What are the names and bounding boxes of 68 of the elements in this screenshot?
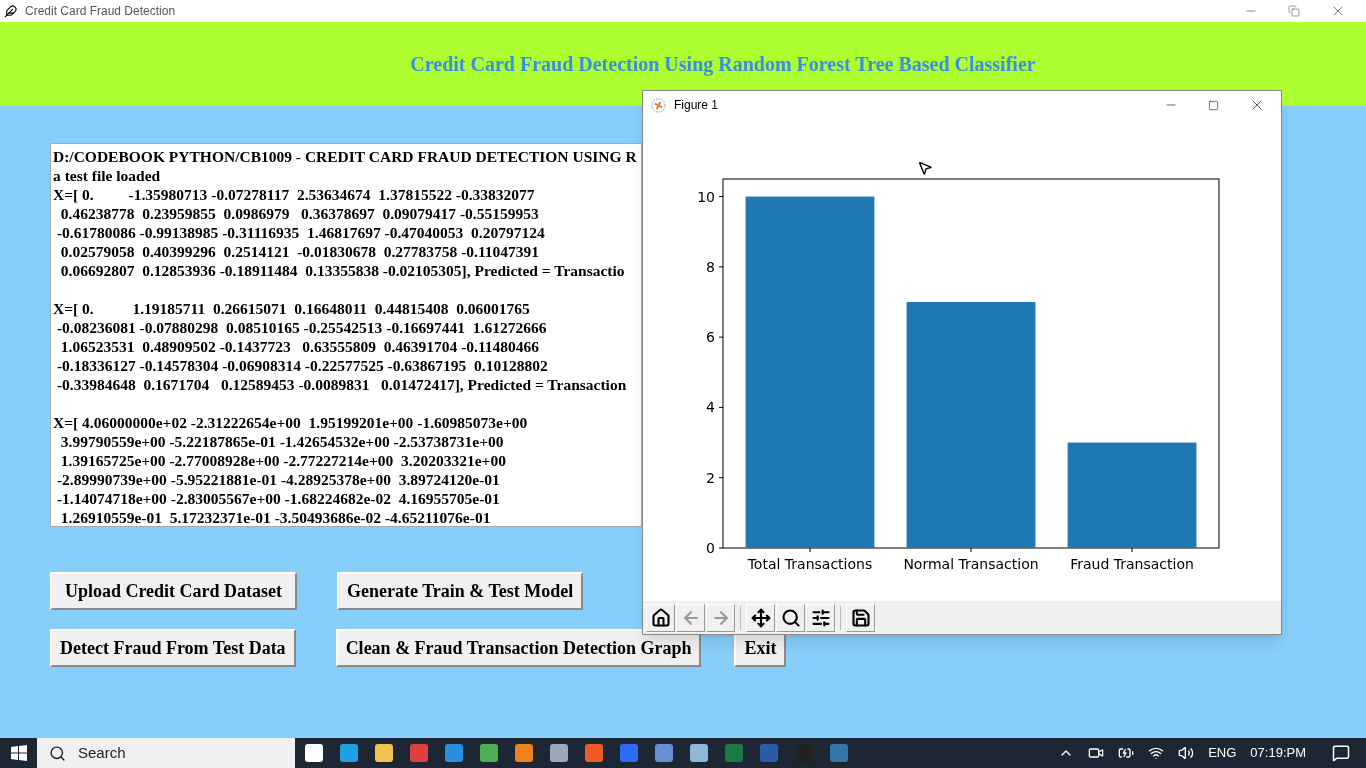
mouse-cursor-icon (917, 160, 933, 176)
feather-icon (4, 4, 17, 18)
notification-icon[interactable] (1332, 744, 1350, 762)
y-tick: 6 (706, 329, 724, 346)
output-line: D:/CODEBOOK PYTHON/CB1009 - CREDIT CARD FRAUD DETECTION USING R (53, 147, 637, 166)
maximize-icon[interactable] (1208, 99, 1219, 111)
restore-icon[interactable] (1288, 5, 1300, 17)
y-tick-label: 4 (706, 399, 716, 416)
action-button[interactable]: Clean & Fraud Transaction Detection Graph (335, 629, 702, 667)
figure-logo-icon (651, 97, 666, 113)
pan-icon (750, 607, 771, 628)
y-tick-label: 6 (706, 329, 716, 346)
volume-icon[interactable] (1178, 745, 1195, 761)
toolbar-button[interactable] (646, 603, 675, 632)
output-line: 0.02579058 0.40399296 0.2514121 -0.01830678 0.27783758 -0.11047391 (59, 242, 540, 261)
y-tick: 8 (706, 258, 724, 275)
toolbar-button[interactable] (776, 603, 805, 632)
output-line: -0.33984648 0.1671704 0.12589453 -0.0089831 0.01472417], Predicted = Transaction (55, 375, 627, 394)
y-tick: 10 (697, 188, 724, 205)
output-line: 1.39165725e+00 -2.77008928e+00 -2.77227214e+00 3.20203321e+00 (59, 451, 506, 470)
save-icon (850, 607, 871, 628)
clock[interactable]: 07:19:PM (1250, 743, 1306, 763)
language-indicator[interactable]: ENG (1208, 743, 1237, 763)
output-line: 3.99790559e+00 -5.22187865e-01 -1.42654532e+00 -2.53738731e+00 (59, 432, 504, 451)
toolbar-button[interactable] (806, 603, 835, 632)
x-tick-label: Total Transactions (746, 556, 873, 572)
y-tick: 0 (706, 540, 724, 556)
x-tick-label: Normal Transaction (903, 556, 1039, 572)
battery-icon[interactable] (1118, 745, 1135, 761)
output-line: -0.08236081 -0.07880298 0.08510165 -0.25542513 -0.16697441 1.61272666 (55, 318, 547, 337)
output-line: 1.06523531 0.48909502 -0.1437723 0.63555809 0.46391704 -0.11480466 (59, 337, 540, 356)
y-tick-label: 2 (706, 469, 715, 486)
toolbar-button[interactable] (846, 603, 875, 632)
output-line: -0.18336127 -0.14578304 -0.06908314 -0.22577525 -0.63867195 0.10128802 (55, 356, 548, 375)
action-button[interactable]: Detect Fraud From Test Data (50, 629, 296, 667)
y-tick-label: 10 (697, 188, 715, 205)
x-tick: Total Transactions (747, 547, 873, 572)
y-tick-label: 0 (706, 540, 715, 556)
window-title: Credit Card Fraud Detection (25, 3, 176, 20)
sliders-icon (810, 607, 831, 628)
output-line: 0.06692807 0.12853936 -0.18911484 0.13355838 -0.02105305], Predicted = Transactio (59, 261, 625, 280)
x-tick: Fraud Transaction (1070, 547, 1194, 572)
output-line: X=[ 0. -1.35980713 -0.07278117 2.53634674 1.37815522 -0.33832077 (53, 185, 535, 204)
search-field[interactable]: Search (37, 738, 295, 768)
home-icon (650, 607, 671, 628)
y-tick: 4 (706, 399, 724, 416)
windows-start-icon[interactable] (10, 745, 27, 761)
y-tick: 2 (706, 469, 724, 486)
output-line: X=[ 4.06000000e+02 -2.31222654e+00 1.95199201e+00 -1.60985073e+00 (53, 413, 528, 432)
action-button[interactable]: Upload Credit Card Dataset (50, 572, 297, 610)
search-icon (49, 744, 66, 762)
header-title: Credit Card Fraud Detection Using Random Forest Tree Based Classifier (410, 52, 1036, 78)
window-title: Figure 1 (674, 97, 719, 114)
output-line: -2.89990739e+00 -5.95221881e-01 -4.28925378e+00 3.89724120e-01 (55, 470, 500, 489)
camera-icon[interactable] (1088, 745, 1105, 761)
output-line: 1.26910559e-01 5.17232371e-01 -3.50493686e-02 -4.65211076e-01 (59, 508, 491, 526)
output-line: X=[ 0. 1.19185711 0.26615071 0.16648011 0.44815408 0.06001765 (53, 299, 530, 318)
output-line: -0.61780086 -0.99138985 -0.31116935 1.46817697 -0.47040053 0.20797124 (55, 223, 545, 242)
y-tick-label: 8 (706, 258, 715, 275)
zoom-icon (780, 607, 801, 628)
x-tick-label: Fraud Transaction (1070, 556, 1194, 572)
action-button[interactable]: Generate Train & Test Model (337, 572, 584, 610)
output-line: -1.14074718e+00 -2.83005567e+00 -1.68224682e-02 4.16955705e-01 (55, 489, 500, 508)
x-tick: Normal Transaction (903, 547, 1039, 572)
output-line: 0.46238778 0.23959855 0.0986979 0.36378697 0.09079417 -0.55159953 (59, 204, 539, 223)
toolbar-button[interactable] (746, 603, 775, 632)
wifi-icon[interactable] (1148, 745, 1165, 761)
output-line: a test file loaded (53, 166, 161, 185)
